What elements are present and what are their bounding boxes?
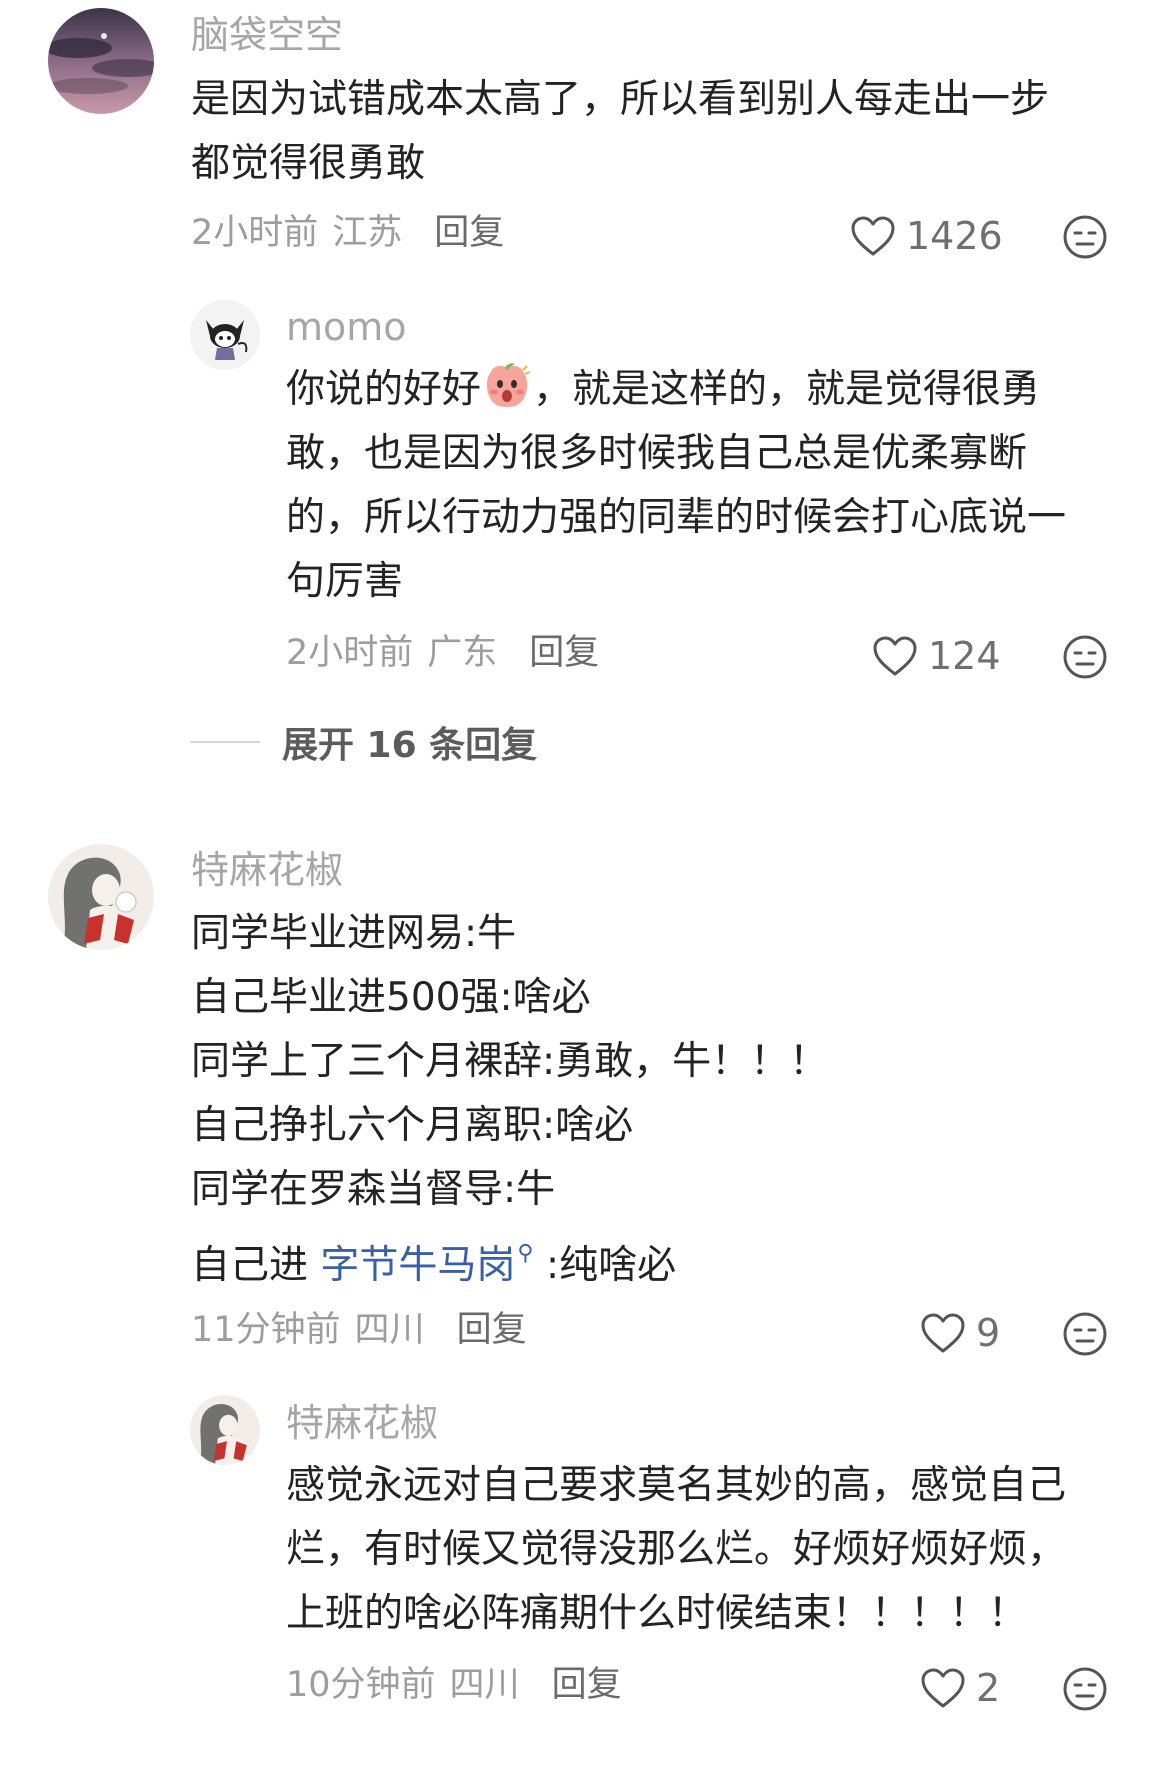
like-count: 2 [976, 1666, 1001, 1710]
heart-outline-icon [921, 1313, 965, 1353]
dislike-button[interactable] [1062, 1666, 1108, 1712]
comment-line: 自己挣扎六个月离职:啥必 [191, 1103, 634, 1148]
reply-line: 敢，也是因为很多时候我自己总是优柔寡断 [286, 431, 1028, 476]
reply-line: 的，所以行动力强的同辈的时候会打心底说一 [286, 495, 1067, 540]
avatar[interactable] [190, 1395, 260, 1465]
reply-location: 四川 [449, 1665, 520, 1705]
reply-line: 感觉永远对自己要求莫名其妙的高，感觉自己 [286, 1463, 1067, 1508]
reply-time: 2小时前 [286, 633, 414, 673]
reply-username[interactable]: momo [286, 308, 407, 346]
like-count: 124 [928, 634, 1001, 678]
comment-line: 自己进 字节牛马岗⚲ :纯啥必 [191, 1241, 677, 1288]
neutral-face-icon [1063, 1667, 1107, 1711]
like-button[interactable]: 9 [920, 1311, 1000, 1355]
comment-location: 四川 [354, 1310, 425, 1350]
avatar[interactable] [48, 844, 154, 950]
reply-text: 感觉永远对自己要求莫名其妙的高，感觉自己 烂，有时候又觉得没那么烂。好烦好烦好烦… [286, 1454, 1066, 1646]
like-count: 1426 [906, 214, 1003, 258]
comment-time: 11分钟前 [191, 1310, 341, 1350]
like-count: 9 [976, 1311, 1001, 1355]
avatar[interactable] [48, 8, 154, 114]
divider [190, 741, 260, 743]
heart-outline-icon [851, 216, 895, 256]
comment-line: 都觉得很勇敢 [191, 141, 426, 186]
reply-line: 你说的好好 ，就是这样的，就是觉得很勇 [286, 358, 1066, 422]
comment-location: 江苏 [332, 213, 403, 253]
reply-time: 10分钟前 [286, 1665, 436, 1705]
neutral-face-icon [1063, 635, 1107, 679]
reply-meta: 2小时前 广东 回复 [286, 636, 599, 671]
reply-button[interactable]: 回复 [434, 216, 504, 251]
neutral-face-icon [1063, 215, 1107, 259]
comment-line: 是因为试错成本太高了，所以看到别人每走出一步 [191, 77, 1050, 122]
like-button[interactable]: 1426 [850, 214, 1003, 258]
topic-link[interactable]: 字节牛马岗⚲ [320, 1241, 534, 1288]
comment-text: 同学毕业进网易:牛 自己毕业进500强:啥必 同学上了三个月裸辞:勇敢，牛！！！… [191, 902, 829, 1288]
comment-line: 同学在罗森当督导:牛 [191, 1167, 556, 1212]
comment-line: 同学毕业进网易:牛 [191, 911, 517, 956]
expand-replies-button[interactable]: 展开 16 条回复 [190, 716, 537, 768]
reply-button[interactable]: 回复 [552, 1668, 622, 1703]
like-button[interactable]: 124 [872, 634, 1001, 678]
neutral-face-icon [1063, 1312, 1107, 1356]
shocked-peach-emoji [483, 362, 531, 410]
reply-line: 烂，有时候又觉得没那么烂。好烦好烦好烦， [286, 1527, 1067, 1572]
reply-meta: 10分钟前 四川 回复 [286, 1668, 622, 1703]
heart-outline-icon [873, 636, 917, 676]
comment-username[interactable]: 特麻花椒 [191, 851, 343, 889]
dislike-button[interactable] [1062, 1311, 1108, 1357]
comment-username[interactable]: 脑袋空空 [191, 16, 343, 54]
reply-location: 广东 [427, 633, 498, 673]
comment-meta: 11分钟前 四川 回复 [191, 1313, 527, 1348]
comment-time: 2小时前 [191, 213, 319, 253]
reply-text: 你说的好好 ，就是这样的，就是觉得很勇 敢，也是因为很多时候我自己总是优柔寡断 的… [286, 358, 1066, 614]
dislike-button[interactable] [1062, 214, 1108, 260]
reply-username[interactable]: 特麻花椒 [286, 1404, 438, 1442]
expand-replies-label: 展开 16 条回复 [282, 725, 538, 766]
heart-outline-icon [921, 1668, 965, 1708]
search-icon: ⚲ [517, 1241, 534, 1266]
like-button[interactable]: 2 [920, 1666, 1000, 1710]
reply-button[interactable]: 回复 [529, 636, 599, 671]
dislike-button[interactable] [1062, 634, 1108, 680]
avatar[interactable] [190, 300, 260, 370]
reply-line: 句厉害 [286, 559, 404, 604]
comment-text: 是因为试错成本太高了，所以看到别人每走出一步 都觉得很勇敢 [191, 68, 1049, 196]
comment-line: 自己毕业进500强:啥必 [191, 975, 591, 1020]
reply-button[interactable]: 回复 [457, 1313, 527, 1348]
comment-line: 同学上了三个月裸辞:勇敢，牛！！！ [191, 1039, 829, 1084]
comment-meta: 2小时前 江苏 回复 [191, 216, 504, 251]
reply-line: 上班的啥必阵痛期什么时候结束！！！！！ [286, 1591, 1028, 1636]
